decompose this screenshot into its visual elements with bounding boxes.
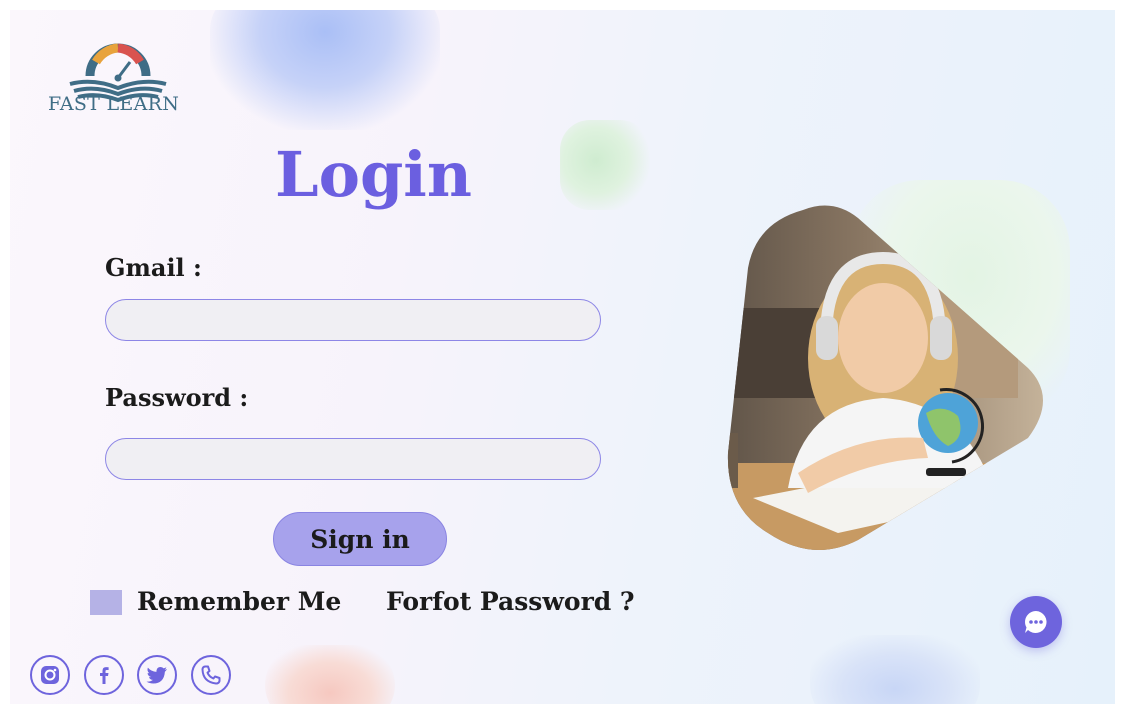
brand-name: FAST LEARN (48, 93, 180, 115)
login-page: FAST LEARN Login Gmail : Password : Sign… (10, 10, 1115, 704)
facebook-link[interactable] (84, 655, 124, 695)
twitter-link[interactable] (137, 655, 177, 695)
instagram-icon (41, 666, 59, 684)
facebook-icon (100, 667, 109, 684)
twitter-icon (146, 667, 167, 684)
remember-me-label[interactable]: Remember Me (137, 587, 341, 616)
phone-icon (201, 665, 221, 685)
remember-me-checkbox[interactable] (90, 590, 122, 615)
decor-blob (210, 10, 440, 130)
gmail-input[interactable] (105, 299, 601, 341)
forgot-password-link[interactable]: Forfot Password ? (386, 587, 635, 616)
password-label: Password : (105, 383, 249, 412)
decor-blob (810, 635, 980, 704)
student-photo (727, 205, 1044, 550)
chat-button[interactable] (1010, 596, 1062, 648)
decor-blob (560, 120, 650, 210)
instagram-link[interactable] (30, 655, 70, 695)
phone-link[interactable] (191, 655, 231, 695)
signin-button[interactable]: Sign in (273, 512, 447, 566)
chat-bubble-icon (1025, 611, 1047, 633)
decor-blob (265, 645, 395, 704)
gmail-label: Gmail : (105, 253, 202, 282)
password-input[interactable] (105, 438, 601, 480)
page-title: Login (275, 138, 472, 211)
